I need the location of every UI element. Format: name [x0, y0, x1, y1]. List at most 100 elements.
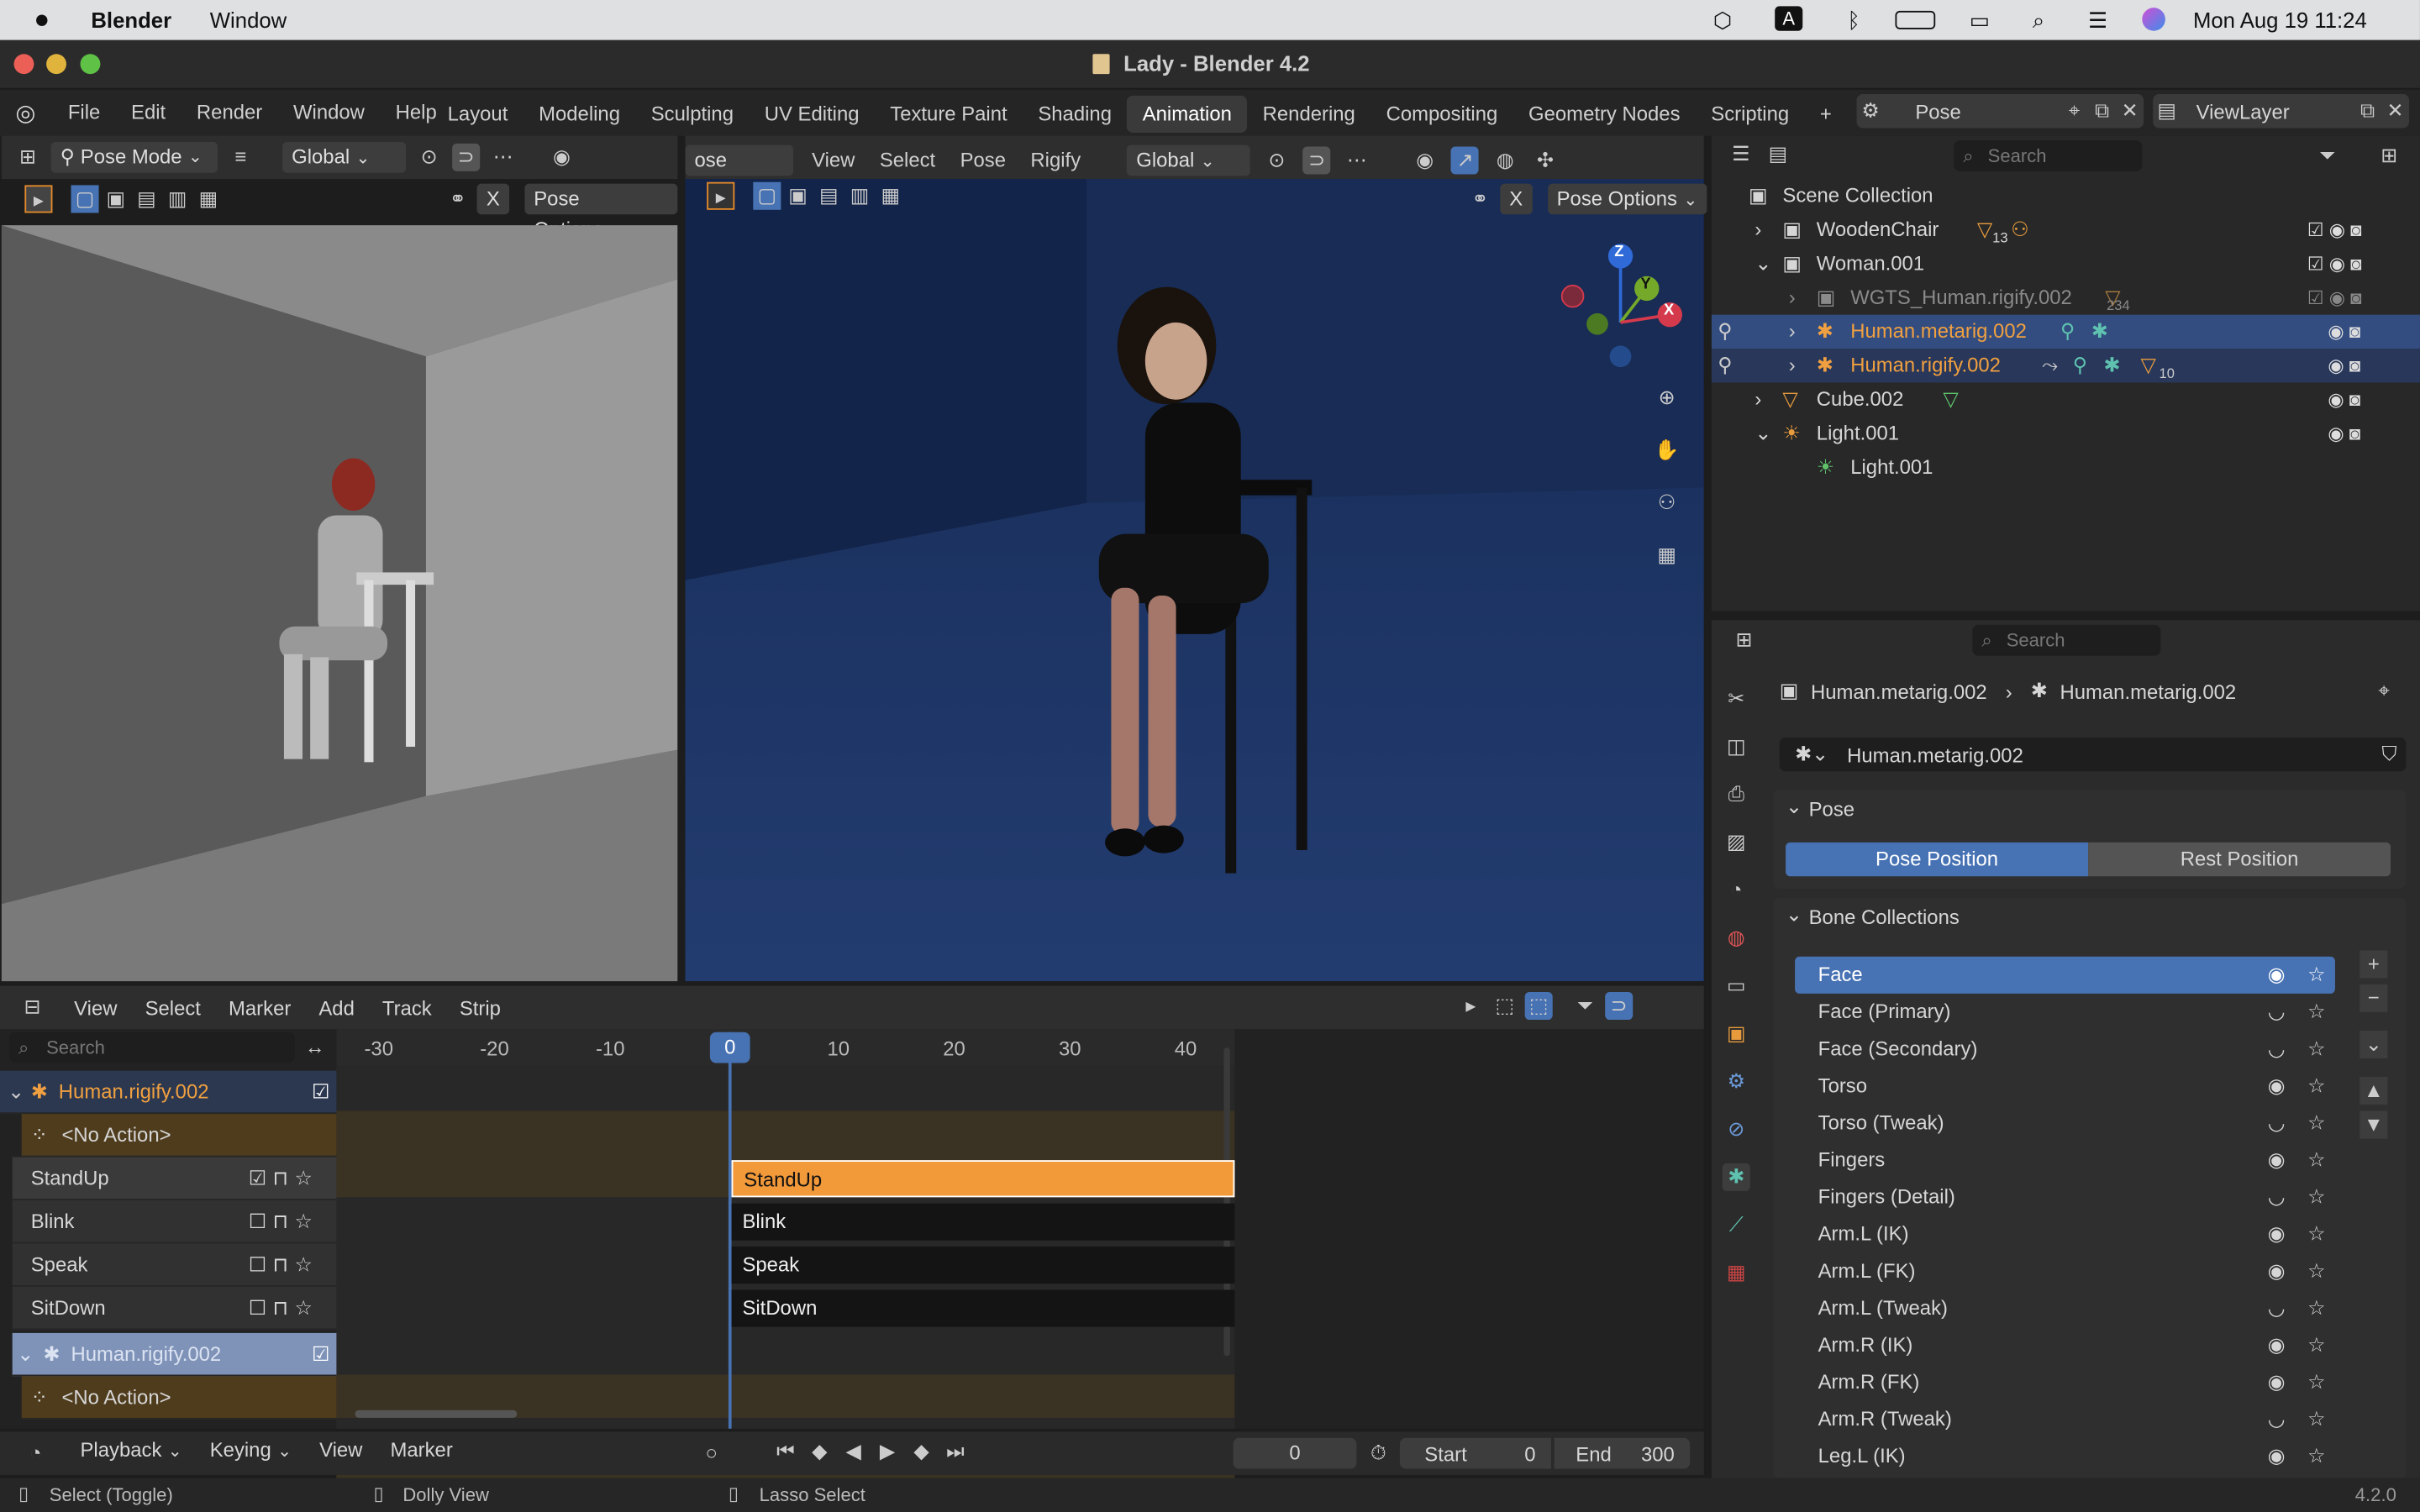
main-3d-viewport[interactable]: Z Y X ⊕ ✋ ⚇ ▦ [685, 179, 1704, 982]
zoom-window-button[interactable] [80, 54, 101, 75]
menu-window[interactable]: Window [278, 94, 381, 131]
output-tab-icon[interactable]: ⎙ [1723, 780, 1750, 808]
nla-filter-icon[interactable]: ⏷ [1571, 992, 1599, 1020]
bone-collection-row[interactable]: Arm.L (IK) ◉ ☆ [1795, 1215, 2335, 1252]
nla-rig-row-2[interactable]: ⌄ ✱ Human.rigify.002 ☑ [12, 1332, 337, 1377]
add-workspace-icon[interactable]: + [1805, 96, 1848, 133]
track-controls-icons[interactable]: ☐⊓☆ [249, 1200, 318, 1243]
track-controls-icons[interactable]: ☐⊓☆ [249, 1287, 318, 1330]
workspace-tab-layout[interactable]: Layout [432, 96, 523, 133]
main-select-mode-new-icon[interactable]: ▢ [753, 181, 781, 210]
xray-icon[interactable]: ✣ [1531, 146, 1559, 174]
visibility-icon[interactable]: ◉ [548, 144, 576, 171]
remove-collection-icon[interactable]: − [2360, 984, 2388, 1012]
main-select-mode-invert-icon[interactable]: ▥ [846, 182, 874, 210]
menu-file[interactable]: File [52, 94, 115, 131]
pose-panel-title[interactable]: Pose [1809, 798, 1854, 822]
main-pivot-icon[interactable]: ⊙ [1263, 146, 1291, 174]
pin-properties-icon[interactable]: ⌖ [2378, 679, 2389, 703]
nla-strip[interactable]: Speak [731, 1247, 1235, 1284]
bone-collections-title[interactable]: Bone Collections [1809, 906, 1960, 929]
woodenchair-toggles[interactable]: ☑ ◉ ◙ [2307, 213, 2412, 246]
visible-eye-icon[interactable]: ◉ [2264, 1215, 2288, 1252]
new-collection-icon[interactable]: ⊞ [2375, 142, 2403, 170]
expand-arrow-icon[interactable]: › [1789, 281, 1796, 314]
transform-orientation-dropdown[interactable]: Global [282, 141, 407, 173]
solo-star-icon[interactable]: ☆ [2304, 1068, 2328, 1105]
start-frame-field[interactable]: Start 0 [1399, 1437, 1551, 1469]
rigify-toggles[interactable]: ◉ ◙ [2307, 349, 2412, 382]
playhead-frame-badge[interactable]: 0 [709, 1032, 750, 1063]
armature-datablock-field[interactable]: ✱⌄ Human.metarig.002 ⛉ [1779, 737, 2407, 772]
x-mirror-toggle[interactable]: X [476, 183, 509, 215]
select-mode-extend-icon[interactable]: ▣ [102, 185, 129, 213]
viewport-menu-view[interactable]: View [806, 142, 861, 179]
solo-star-icon[interactable]: ☆ [2304, 1252, 2328, 1289]
main-select-mode-intersect-icon[interactable]: ▦ [876, 182, 904, 210]
properties-editor-type-icon[interactable]: ⊞ [1730, 627, 1758, 654]
expand-arrow-icon[interactable]: › [1789, 349, 1796, 382]
bone-collection-row[interactable]: Face ◉ ☆ [1795, 956, 2335, 994]
collapse-arrow-icon[interactable]: ⌄ [17, 1333, 34, 1376]
nla-editor-type-icon[interactable]: ⊟ [18, 994, 46, 1021]
collapse-arrow-icon[interactable]: ⌄ [1754, 247, 1771, 281]
viewport-menu-select[interactable]: Select [873, 142, 941, 179]
solo-star-icon[interactable]: ☆ [2304, 1401, 2328, 1438]
solo-star-icon[interactable]: ☆ [2304, 1364, 2328, 1401]
scene-name-field[interactable]: Pose [1915, 99, 2060, 123]
workspace-tab-texture-paint[interactable]: Texture Paint [875, 96, 1023, 133]
siri-icon[interactable] [2142, 8, 2165, 31]
timeline-view-menu[interactable]: View [319, 1438, 362, 1462]
nla-no-action-row-2[interactable]: ⁘ <No Action> [21, 1376, 337, 1420]
track-controls-icons[interactable]: ☐⊓☆ [249, 1243, 318, 1286]
overlay-toggle-icon[interactable]: ◍ [1491, 146, 1519, 174]
select-mode-new-icon[interactable]: ▢ [71, 185, 99, 213]
nla-strip[interactable]: Blink [731, 1203, 1235, 1241]
track-controls-icons[interactable]: ☑⊓☆ [249, 1158, 318, 1200]
play-reverse-icon[interactable]: ◀ [839, 1438, 867, 1466]
nla-strip[interactable]: SitDown [731, 1289, 1235, 1327]
visible-eye-icon[interactable]: ◉ [2264, 1142, 2288, 1179]
expand-arrow-icon[interactable]: › [1754, 213, 1761, 246]
bone-collection-row[interactable]: Arm.R (FK) ◉ ☆ [1795, 1364, 2335, 1401]
pin-icon[interactable]: ⌖ [2060, 97, 2088, 125]
pose-options-dropdown[interactable]: Pose Options [524, 183, 678, 241]
hidden-eye-icon[interactable]: ◡ [2264, 1401, 2288, 1438]
workspace-tab-shading[interactable]: Shading [1023, 96, 1127, 133]
view-layer-tab-icon[interactable]: ▨ [1723, 828, 1750, 856]
timeline-marker-menu[interactable]: Marker [390, 1438, 452, 1462]
woman-toggles[interactable]: ☑ ◉ ◙ [2307, 247, 2412, 281]
main-mode-dropdown[interactable]: ose Mode [685, 144, 794, 202]
zoom-icon[interactable]: ⊕ [1649, 380, 1686, 417]
solo-star-icon[interactable]: ☆ [2304, 1105, 2328, 1142]
nla-menu-track[interactable]: Track [382, 996, 432, 1020]
select-mode-invert-icon[interactable]: ▥ [164, 185, 192, 213]
perspective-grid-icon[interactable]: ▦ [1649, 537, 1686, 574]
outliner-search-input[interactable]: ⌕ Search [1954, 140, 2143, 171]
control-center-icon[interactable]: ☰ [2088, 7, 2107, 33]
hidden-eye-icon[interactable]: ◡ [2264, 1105, 2288, 1142]
nla-no-action-row-1[interactable]: ⁘ <No Action> [21, 1114, 337, 1158]
jump-to-keyframe-prev-icon[interactable]: ◆ [806, 1438, 834, 1466]
tool-tab-icon[interactable]: ✂ [1723, 685, 1750, 712]
current-frame-field[interactable]: 0 [1233, 1437, 1357, 1469]
navigation-gizmo[interactable]: Z Y X [1557, 238, 1696, 376]
scene-icon[interactable]: ⚙ [1857, 97, 1885, 125]
workspace-tab-compositing[interactable]: Compositing [1370, 96, 1512, 133]
main-snap-icon[interactable]: ⊃ [1302, 146, 1331, 175]
bone-tab-icon[interactable]: ⟋ [1723, 1211, 1750, 1239]
expand-arrow-icon[interactable]: › [1789, 315, 1796, 349]
nla-track-row[interactable]: Speak ☐⊓☆ [12, 1243, 337, 1287]
solo-star-icon[interactable]: ☆ [2304, 1289, 2328, 1326]
texture-tab-icon[interactable]: ▦ [1723, 1259, 1750, 1287]
solo-star-icon[interactable]: ☆ [2304, 1142, 2328, 1179]
light-toggles[interactable]: ◉ ◙ [2307, 417, 2412, 450]
properties-search-input[interactable]: ⌕ Search [1972, 624, 2161, 656]
menu-render[interactable]: Render [182, 94, 278, 131]
collapse-arrow-icon[interactable]: ⌄ [1754, 417, 1771, 450]
nla-horizontal-scrollbar[interactable] [355, 1410, 518, 1418]
keying-menu[interactable]: Keying [210, 1438, 292, 1462]
nla-menu-view[interactable]: View [74, 996, 117, 1020]
bone-collection-row[interactable]: Fingers ◉ ☆ [1795, 1142, 2335, 1179]
collapse-arrow-icon[interactable]: ⌄ [8, 1071, 24, 1114]
